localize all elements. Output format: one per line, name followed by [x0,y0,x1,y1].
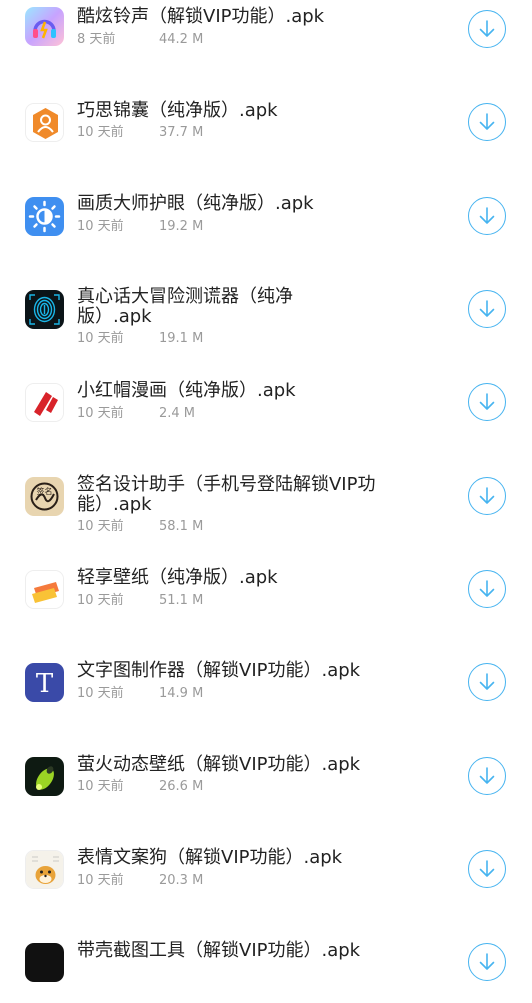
file-name: 表情文案狗（解锁VIP功能）.apk [77,847,343,868]
file-name: 巧思锦囊（纯净版）.apk [77,100,278,121]
download-arrow-icon [479,300,495,317]
file-size: 19.1 M [159,331,204,346]
file-meta: 10 天前 14.9 M [77,686,203,702]
download-button[interactable] [468,570,506,608]
list-item[interactable]: T 文字图制作器（解锁VIP功能）.apk 10 天前 14.9 M [0,653,532,723]
file-age: 10 天前 [77,125,124,140]
download-button[interactable] [468,850,506,888]
file-meta: 8 天前 44.2 M [77,32,203,48]
file-name: 小红帽漫画（纯净版）.apk [77,380,296,401]
list-item[interactable]: 巧思锦囊（纯净版）.apk 10 天前 37.7 M [0,93,532,163]
file-size: 58.1 M [159,519,204,534]
list-item[interactable]: 萤火动态壁纸（解锁VIP功能）.apk 10 天前 26.6 M [0,747,532,817]
download-button[interactable] [468,477,506,515]
firefly-icon [25,757,64,796]
download-arrow-icon [479,580,495,597]
file-age: 8 天前 [77,32,116,47]
file-name: 萤火动态壁纸（解锁VIP功能）.apk [77,754,361,775]
file-age: 10 天前 [77,331,124,346]
download-arrow-icon [479,487,495,504]
download-arrow-icon [479,673,495,690]
signature-icon: 签名 [25,477,64,516]
file-meta: 10 天前 19.1 M [77,331,203,347]
file-meta: 10 天前 19.2 M [77,219,203,235]
file-size: 19.2 M [159,219,204,234]
red-hat-icon [25,383,64,422]
list-item[interactable]: 签名 签名设计助手（手机号登陆解锁VIP功能）.apk 10 天前 58.1 M [0,467,532,537]
file-name: 真心话大冒险测谎器（纯净版）.apk [77,286,293,327]
download-button[interactable] [468,10,506,48]
list-item[interactable]: 小红帽漫画（纯净版）.apk 10 天前 2.4 M [0,373,532,443]
file-size: 14.9 M [159,686,204,701]
file-size: 37.7 M [159,125,204,140]
file-age: 10 天前 [77,686,124,701]
svg-text:T: T [36,669,54,699]
list-item[interactable]: 表情文案狗（解锁VIP功能）.apk 10 天前 20.3 M [0,840,532,910]
file-age: 10 天前 [77,219,124,234]
list-item[interactable]: 酷炫铃声（解锁VIP功能）.apk 8 天前 44.2 M [0,0,532,70]
download-arrow-icon [479,860,495,877]
file-meta: 10 天前 37.7 M [77,125,203,141]
download-button[interactable] [468,103,506,141]
file-name: 轻享壁纸（纯净版）.apk [77,567,278,588]
download-arrow-icon [479,393,495,410]
file-size: 26.6 M [159,779,204,794]
wallpaper-icon [25,570,64,609]
eye-care-icon [25,197,64,236]
fingerprint-icon [25,290,64,329]
file-name: 画质大师护眼（纯净版）.apk [77,193,314,214]
download-arrow-icon [479,20,495,37]
file-meta: 10 天前 26.6 M [77,779,203,795]
download-button[interactable] [468,943,506,981]
download-button[interactable] [468,383,506,421]
file-age: 10 天前 [77,519,124,534]
download-button[interactable] [468,663,506,701]
list-item[interactable]: 真心话大冒险测谎器（纯净版）.apk 10 天前 19.1 M [0,280,532,350]
file-size: 51.1 M [159,593,204,608]
text-t-icon: T [25,663,64,702]
file-name: 签名设计助手（手机号登陆解锁VIP功能）.apk [77,474,376,515]
file-name: 带壳截图工具（解锁VIP功能）.apk [77,940,361,961]
file-age: 10 天前 [77,873,124,888]
download-button[interactable] [468,757,506,795]
download-arrow-icon [479,767,495,784]
download-button[interactable] [468,197,506,235]
file-meta: 10 天前 51.1 M [77,593,203,609]
file-age: 10 天前 [77,593,124,608]
list-item[interactable]: 画质大师护眼（纯净版）.apk 10 天前 19.2 M [0,187,532,257]
screenshot-icon [25,943,64,982]
list-item[interactable]: 轻享壁纸（纯净版）.apk 10 天前 51.1 M [0,560,532,630]
download-button[interactable] [468,290,506,328]
download-arrow-icon [479,113,495,130]
file-age: 10 天前 [77,779,124,794]
svg-text:签名: 签名 [37,486,53,496]
file-age: 10 天前 [77,406,124,421]
file-size: 2.4 M [159,406,196,421]
list-item[interactable]: 带壳截图工具（解锁VIP功能）.apk [0,933,532,1003]
file-meta: 10 天前 2.4 M [77,406,195,422]
file-name: 文字图制作器（解锁VIP功能）.apk [77,660,361,681]
file-meta: 10 天前 58.1 M [77,519,203,535]
download-arrow-icon [479,953,495,970]
file-size: 20.3 M [159,873,204,888]
download-arrow-icon [479,207,495,224]
file-meta: 10 天前 20.3 M [77,873,203,889]
ringtone-icon [25,7,64,46]
qiaosi-icon [25,103,64,142]
meme-dog-icon [25,850,64,889]
file-size: 44.2 M [159,32,204,47]
file-name: 酷炫铃声（解锁VIP功能）.apk [77,6,325,27]
